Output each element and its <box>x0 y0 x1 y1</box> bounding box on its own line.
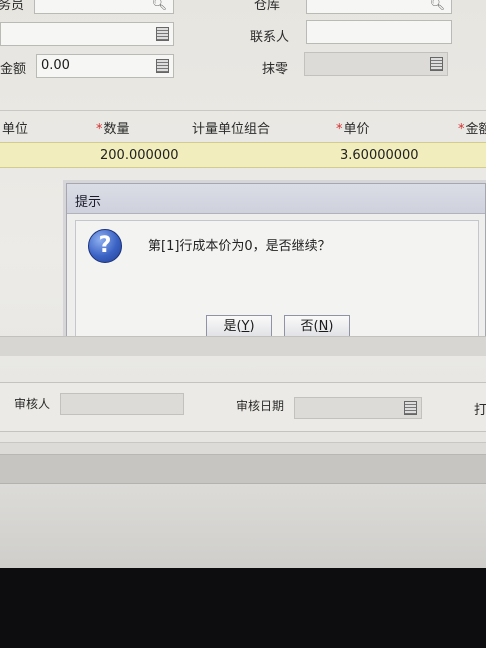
yes-label: 是( <box>223 319 242 334</box>
warehouse-field[interactable]: 🔍︎ <box>306 0 452 14</box>
review-date-label: 审核日期 <box>236 399 285 413</box>
dialog-title: 提示 <box>75 195 102 210</box>
audit-panel: 审核人 审核日期 打 <box>0 382 486 432</box>
yes-paren: ) <box>249 319 255 334</box>
taskbar-band <box>0 454 486 484</box>
date-field[interactable] <box>0 22 174 46</box>
col-header-unit-price: *单价 <box>336 122 370 137</box>
no-paren: ) <box>328 319 334 334</box>
amount-label: 金额 <box>0 62 27 77</box>
cell-quantity[interactable]: 200.000000 <box>100 148 179 163</box>
calculator-icon[interactable] <box>156 59 169 73</box>
dialog-message: 第[1]行成本价为0，是否继续？ <box>148 239 331 254</box>
status-strip <box>0 442 486 454</box>
col-header-quantity: *数量 <box>96 122 130 137</box>
table-row[interactable]: 200.000000 3.60000000 <box>0 142 486 168</box>
dialog-body: ? 第[1]行成本价为0，是否继续？ 是(Y) 否(N) <box>75 220 479 344</box>
calendar-icon[interactable] <box>404 401 417 415</box>
calendar-icon[interactable] <box>156 27 169 41</box>
calculator-icon[interactable] <box>430 57 443 71</box>
search-icon[interactable]: 🔍︎ <box>152 0 167 11</box>
grid-top-divider <box>0 110 486 111</box>
confirm-dialog: 提示 ? 第[1]行成本价为0，是否继续？ 是(Y) 否(N) <box>66 183 486 351</box>
print-label-partial: 打 <box>474 403 486 418</box>
col-header-unit-combo: 计量单位组合 <box>192 122 271 137</box>
grid-footer-band <box>0 336 486 356</box>
salesperson-field[interactable]: 🔍︎ <box>34 0 174 14</box>
reviewer-field[interactable] <box>60 393 184 415</box>
review-date-field[interactable] <box>294 397 422 419</box>
amount-value: 0.00 <box>41 58 70 73</box>
screen: 务员 🔍︎ 仓库 🔍︎ 联系人 金额 0.00 抹零 单位 *数量 计量单位组合… <box>0 0 486 568</box>
question-icon: ? <box>88 229 122 263</box>
salesperson-label: 务员 <box>0 0 25 13</box>
col-header-unit: 单位 <box>2 122 29 137</box>
rounding-label: 抹零 <box>262 62 289 77</box>
warehouse-label: 仓库 <box>254 0 281 13</box>
dialog-title-bar[interactable]: 提示 <box>67 184 485 214</box>
reviewer-label: 审核人 <box>14 397 51 411</box>
no-key: N <box>318 319 329 334</box>
contact-label: 联系人 <box>250 30 290 45</box>
contact-field[interactable] <box>306 20 452 44</box>
no-label: 否( <box>300 319 319 334</box>
bottom-area <box>0 484 486 568</box>
amount-field[interactable]: 0.00 <box>36 54 174 78</box>
rounding-field[interactable] <box>304 52 448 76</box>
search-icon[interactable]: 🔍︎ <box>430 0 445 11</box>
cell-unit-price[interactable]: 3.60000000 <box>340 148 419 163</box>
col-header-amount: *金额 <box>458 122 486 137</box>
